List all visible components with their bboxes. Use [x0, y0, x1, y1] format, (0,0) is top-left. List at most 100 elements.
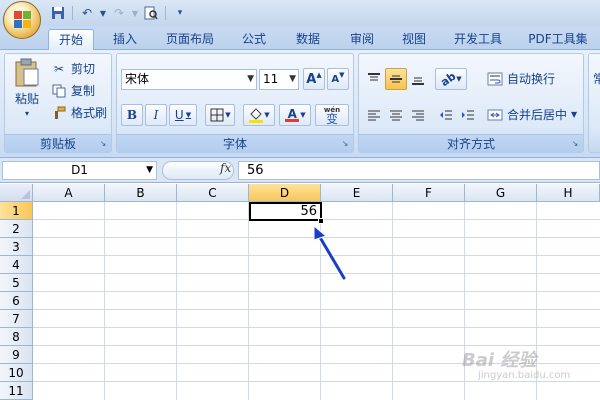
- phonetic-guide-button[interactable]: wén 变: [315, 104, 349, 126]
- font-size-value: 11: [263, 72, 279, 86]
- align-center-button[interactable]: [385, 104, 407, 126]
- orientation-button[interactable]: ab ▼: [435, 68, 467, 90]
- fill-color-button[interactable]: ▼: [243, 104, 275, 126]
- row-header-2[interactable]: 2: [0, 220, 33, 238]
- tab-review[interactable]: 审阅: [340, 29, 384, 50]
- format-painter-button[interactable]: 格式刷: [51, 104, 107, 121]
- row-header-9[interactable]: 9: [0, 346, 33, 364]
- font-color-icon: A: [284, 107, 300, 123]
- align-right-button[interactable]: [407, 104, 429, 126]
- gridline: [392, 202, 393, 400]
- office-button[interactable]: [3, 1, 41, 39]
- tab-view[interactable]: 视图: [392, 29, 436, 50]
- clipboard-group: 粘贴 ▾ ✂ 剪切 复制 格式刷 剪贴板 ↘: [4, 53, 112, 153]
- save-icon[interactable]: [48, 4, 68, 22]
- font-name-value: 宋体: [125, 72, 150, 86]
- dropdown-arrow-icon[interactable]: ▼: [131, 4, 139, 22]
- undo-icon[interactable]: ↶: [77, 4, 97, 22]
- tab-insert[interactable]: 插入: [102, 29, 148, 50]
- row-header-8[interactable]: 8: [0, 328, 33, 346]
- row-header-3[interactable]: 3: [0, 238, 33, 256]
- clipboard-group-label: 剪贴板: [5, 134, 111, 152]
- dialog-launcher-icon[interactable]: ↘: [570, 139, 580, 149]
- fill-bucket-icon: [248, 107, 264, 123]
- brush-icon: [51, 105, 67, 121]
- decrease-indent-button[interactable]: [435, 104, 457, 126]
- column-header-a[interactable]: A: [33, 184, 105, 202]
- row-header-1[interactable]: 1: [0, 202, 33, 220]
- alignment-group: ab ▼ 自动换行 合并后居中 ▼ 对齐方式 ↘: [358, 53, 584, 153]
- wrap-text-label: 自动换行: [507, 72, 556, 86]
- dropdown-arrow-icon: ▼: [247, 74, 254, 84]
- copy-label: 复制: [71, 84, 96, 98]
- column-header-b[interactable]: B: [105, 184, 177, 202]
- column-header-f[interactable]: F: [393, 184, 465, 202]
- column-header-e[interactable]: E: [321, 184, 393, 202]
- tab-home[interactable]: 开始: [48, 29, 94, 50]
- tab-pdf-tools[interactable]: PDF工具集: [520, 29, 596, 50]
- insert-function-button[interactable]: fx: [220, 161, 231, 175]
- copy-icon: [51, 83, 67, 99]
- font-color-letter: A: [287, 106, 297, 121]
- row-header-7[interactable]: 7: [0, 310, 33, 328]
- formula-input[interactable]: 56: [238, 161, 600, 180]
- font-size-combobox[interactable]: 11 ▼: [259, 69, 299, 90]
- name-box-value: D1: [71, 163, 88, 177]
- copy-button[interactable]: 复制: [51, 82, 95, 99]
- grow-font-button[interactable]: A ▲: [303, 68, 325, 90]
- dialog-launcher-icon[interactable]: ↘: [340, 139, 350, 149]
- tab-data[interactable]: 数据: [286, 29, 330, 50]
- dropdown-arrow-icon[interactable]: ▼: [99, 4, 107, 22]
- align-middle-button[interactable]: [385, 68, 407, 90]
- print-preview-icon[interactable]: [141, 4, 161, 22]
- qat-separator: [165, 6, 166, 20]
- shrink-font-button[interactable]: A ▼: [327, 68, 349, 90]
- increase-indent-button[interactable]: [457, 104, 479, 126]
- number-format-combobox[interactable]: 常: [593, 70, 600, 87]
- wrap-text-button[interactable]: 自动换行: [487, 70, 555, 87]
- column-header-h[interactable]: H: [537, 184, 600, 202]
- column-header-c[interactable]: C: [177, 184, 249, 202]
- ribbon: 粘贴 ▾ ✂ 剪切 复制 格式刷 剪贴板 ↘ 宋体 ▼ 11 ▼ A ▲ A ▼…: [0, 50, 600, 158]
- bold-button[interactable]: B: [121, 104, 143, 126]
- row-header-5[interactable]: 5: [0, 274, 33, 292]
- align-center-icon: [390, 110, 402, 121]
- merge-center-button[interactable]: 合并后居中 ▼: [487, 106, 577, 123]
- number-format-value: 常: [593, 72, 600, 86]
- align-top-button[interactable]: [363, 68, 385, 90]
- font-group-label: 字体: [117, 134, 353, 152]
- name-box[interactable]: D1 ▼: [2, 161, 157, 180]
- select-all-button[interactable]: [0, 184, 33, 202]
- italic-button[interactable]: I: [145, 104, 167, 126]
- align-bottom-icon: [412, 77, 424, 85]
- cell-d1[interactable]: 56: [249, 202, 322, 221]
- ribbon-tabs: 开始 插入 页面布局 公式 数据 审阅 视图 开发工具 PDF工具集: [0, 26, 600, 50]
- align-bottom-button[interactable]: [407, 68, 429, 90]
- tab-developer[interactable]: 开发工具: [446, 29, 510, 50]
- cut-label: 剪切: [71, 62, 96, 76]
- row-header-10[interactable]: 10: [0, 364, 33, 382]
- dialog-launcher-icon[interactable]: ↘: [98, 139, 108, 149]
- tab-page-layout[interactable]: 页面布局: [158, 29, 222, 50]
- row-header-6[interactable]: 6: [0, 292, 33, 310]
- paste-button[interactable]: 粘贴 ▾: [11, 58, 43, 118]
- watermark-logo: Bai 经验: [462, 350, 537, 371]
- borders-button[interactable]: ▼: [205, 104, 235, 126]
- redo-icon[interactable]: ↷: [109, 4, 129, 22]
- font-name-combobox[interactable]: 宋体 ▼: [121, 69, 257, 90]
- underline-button[interactable]: U ▼: [169, 104, 197, 126]
- row-header-4[interactable]: 4: [0, 256, 33, 274]
- font-color-button[interactable]: A ▼: [279, 104, 311, 126]
- row-header-11[interactable]: 11: [0, 382, 33, 400]
- gridline: [248, 202, 249, 400]
- customize-icon[interactable]: ▾: [170, 4, 190, 22]
- column-header-g[interactable]: G: [465, 184, 537, 202]
- title-bar: ↶ ▼ ↷ ▼ ▾: [0, 0, 600, 39]
- tab-formulas[interactable]: 公式: [232, 29, 276, 50]
- formula-bar: D1 ▼ fx 56: [0, 158, 600, 183]
- align-right-icon: [412, 110, 424, 121]
- gridline: [176, 202, 177, 400]
- column-header-d[interactable]: D: [249, 184, 321, 202]
- cut-button[interactable]: ✂ 剪切: [51, 60, 95, 77]
- align-left-button[interactable]: [363, 104, 385, 126]
